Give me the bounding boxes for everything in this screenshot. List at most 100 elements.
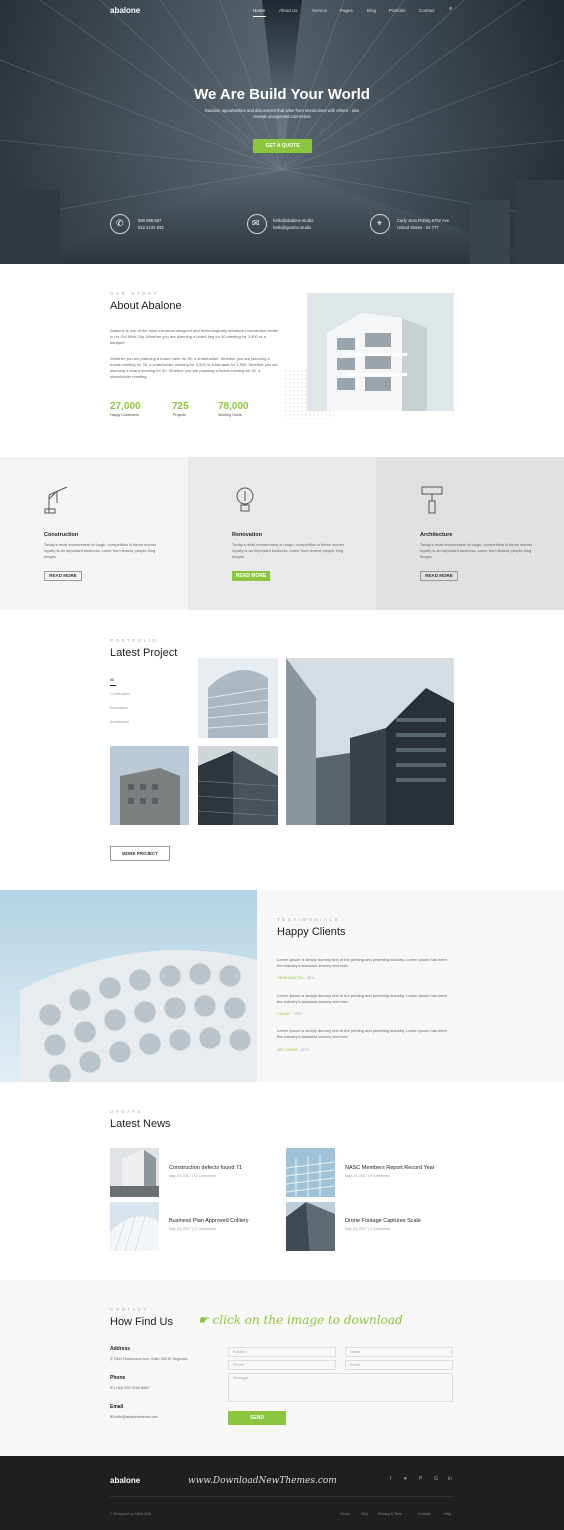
stat-value-hours: 78,000 [218, 401, 249, 412]
testimonials-title: Happy Clients [277, 926, 346, 938]
more-project-button[interactable]: MORE PROJECT [110, 846, 170, 861]
about-title: About Abalone [110, 300, 182, 312]
filter-construction[interactable]: Construction [110, 692, 130, 696]
testimonial-building-image [0, 890, 257, 1082]
twitter-icon[interactable]: ♥ [404, 1476, 407, 1482]
stat-value-projects: 725 [172, 401, 189, 412]
read-more-button[interactable]: READ MORE [420, 571, 458, 581]
portfolio-title: Latest Project [110, 647, 178, 659]
nav-contact[interactable]: Contact [419, 8, 435, 13]
download-promo-text: ☛ click on the image to download [198, 1313, 403, 1327]
news-tag: UPDATE [110, 1109, 143, 1114]
news-thumbnail[interactable] [110, 1148, 159, 1197]
send-button[interactable]: SEND [228, 1411, 286, 1425]
read-more-button[interactable]: READ MORE [44, 571, 82, 581]
service-card-construction: Construction Today's retail environment … [0, 457, 188, 610]
footer-logo[interactable]: abalone [110, 1476, 140, 1485]
contact-title: How Find Us [110, 1316, 173, 1328]
filter-renovation[interactable]: Renovation [110, 706, 128, 710]
testimonial-author: CALVEY - CEO [277, 1012, 302, 1016]
project-image-4[interactable] [198, 746, 278, 825]
subject-input[interactable]: Subject [228, 1347, 336, 1357]
testimonial-text: Lorem Ipsum is simply dummy text of the … [277, 1028, 448, 1039]
news-item-title[interactable]: Construction defects found 71 [169, 1165, 242, 1171]
footer-link-help[interactable]: Help [444, 1512, 451, 1516]
project-image-3[interactable] [110, 746, 189, 825]
hero-subtitle-line-2: reveals unexpected connection [253, 114, 311, 119]
email-value: ✉ hello@abalonetheme.com [110, 1415, 159, 1419]
search-icon[interactable]: ⌕ [449, 6, 452, 13]
read-more-button[interactable]: READ MORE [232, 571, 270, 581]
hero-section: abalone Home About Us Service Pages Blog… [0, 0, 564, 264]
linkedin-icon[interactable]: in [448, 1476, 452, 1482]
nav-about[interactable]: About Us [279, 8, 298, 13]
news-item-title[interactable]: Drone Footage Captures Scale [345, 1218, 421, 1224]
filter-active-underline [110, 685, 116, 686]
phone-label: Phone [110, 1375, 126, 1381]
news-item-title[interactable]: Business Plan Approved Colliery [169, 1218, 249, 1224]
nav-service[interactable]: Service [312, 8, 327, 13]
testimonial-text: Lorem Ipsum is simply dummy text of the … [277, 957, 448, 968]
testimonial-text: Lorem Ipsum is simply dummy text of the … [277, 993, 448, 1004]
stat-label-hours: Working Hours [218, 413, 242, 417]
footer: abalone www.DownloadNewThemes.com f ♥ P … [0, 1456, 564, 1530]
paint-roller-icon [421, 486, 443, 514]
about-section: OUR STORY About Abalone Abalone is one o… [0, 264, 564, 457]
news-item-title[interactable]: NASC Members Report Record Year [345, 1165, 435, 1171]
bulb-icon [236, 487, 254, 512]
news-item-meta: May 24, 2017 | 9 Comments [345, 1174, 391, 1178]
filter-architecture[interactable]: Architecture [110, 720, 129, 724]
news-thumbnail[interactable] [110, 1202, 159, 1251]
project-image-1[interactable] [198, 658, 278, 738]
nav-home[interactable]: Home [253, 8, 265, 13]
message-textarea[interactable]: Message [228, 1373, 453, 1402]
service-text: Today's retail environment is tough, com… [420, 542, 533, 559]
service-title: Renovation [232, 532, 262, 538]
footer-link-contact[interactable]: Contact [418, 1512, 430, 1516]
phone-line-1: 090 096 687 [138, 218, 162, 223]
nav-pages[interactable]: Pages [340, 8, 353, 13]
news-title: Latest News [110, 1118, 171, 1130]
news-section: UPDATE Latest News Construction defects … [0, 1082, 564, 1280]
name-input[interactable]: Name [345, 1347, 453, 1357]
phone-line-2: 012 2134 832 [138, 225, 164, 230]
news-thumbnail[interactable] [286, 1202, 335, 1251]
news-thumbnail[interactable] [286, 1148, 335, 1197]
about-building-image [307, 293, 454, 411]
portfolio-tag: PORTFOLIO [110, 638, 159, 643]
google-icon[interactable]: G [434, 1476, 438, 1482]
email-input[interactable]: Email [345, 1360, 453, 1370]
nav-blog[interactable]: Blog [367, 8, 376, 13]
location-icon: ⌖ [370, 214, 390, 234]
get-quote-button[interactable]: GET A QUOTE [253, 139, 312, 153]
footer-link-home[interactable]: Home [340, 1512, 350, 1516]
hero-title: We Are Build Your World [194, 86, 370, 103]
phone-input[interactable]: Phone [228, 1360, 336, 1370]
phone-value: ✆ (+84) 090 0190 6687 [110, 1386, 150, 1390]
stat-value-customers: 27,000 [110, 401, 141, 412]
service-text: Today's retail environment is tough, com… [44, 542, 157, 559]
copyright: © Designed by ABALONE [110, 1512, 152, 1516]
about-paragraph-1: Abalone is one of the most luxurious des… [110, 328, 279, 345]
contact-tag: CONTACT [110, 1307, 149, 1312]
facebook-icon[interactable]: f [390, 1476, 391, 1482]
service-text: Today's retail environment is tough, com… [232, 542, 345, 559]
crane-icon [44, 486, 68, 514]
project-image-2[interactable] [286, 658, 454, 825]
address-line-2: United States - 04 777 [397, 225, 439, 230]
nav-portfolio[interactable]: Portfolio [389, 8, 406, 13]
service-title: Construction [44, 532, 79, 538]
mail-icon: ✉ [247, 214, 267, 234]
footer-link-faq[interactable]: FAQ [361, 1512, 368, 1516]
service-card-architecture: Architecture Today's retail environment … [376, 457, 564, 610]
hand-cursor-icon: ☛ [198, 1313, 213, 1327]
about-tag: OUR STORY [110, 291, 160, 296]
footer-link-privacy[interactable]: Privacy & Term [378, 1512, 402, 1516]
pinterest-icon[interactable]: P [419, 1476, 422, 1482]
site-logo[interactable]: abalone [110, 6, 140, 15]
news-item-meta: May 24, 2017 | 3 Comments [345, 1227, 391, 1231]
testimonial-author: FARIS BOSTON - CEO [277, 976, 315, 980]
email-label: Email [110, 1404, 124, 1410]
contact-section: CONTACT How Find Us ☛ click on the image… [0, 1280, 564, 1456]
filter-all[interactable]: All [110, 678, 114, 682]
